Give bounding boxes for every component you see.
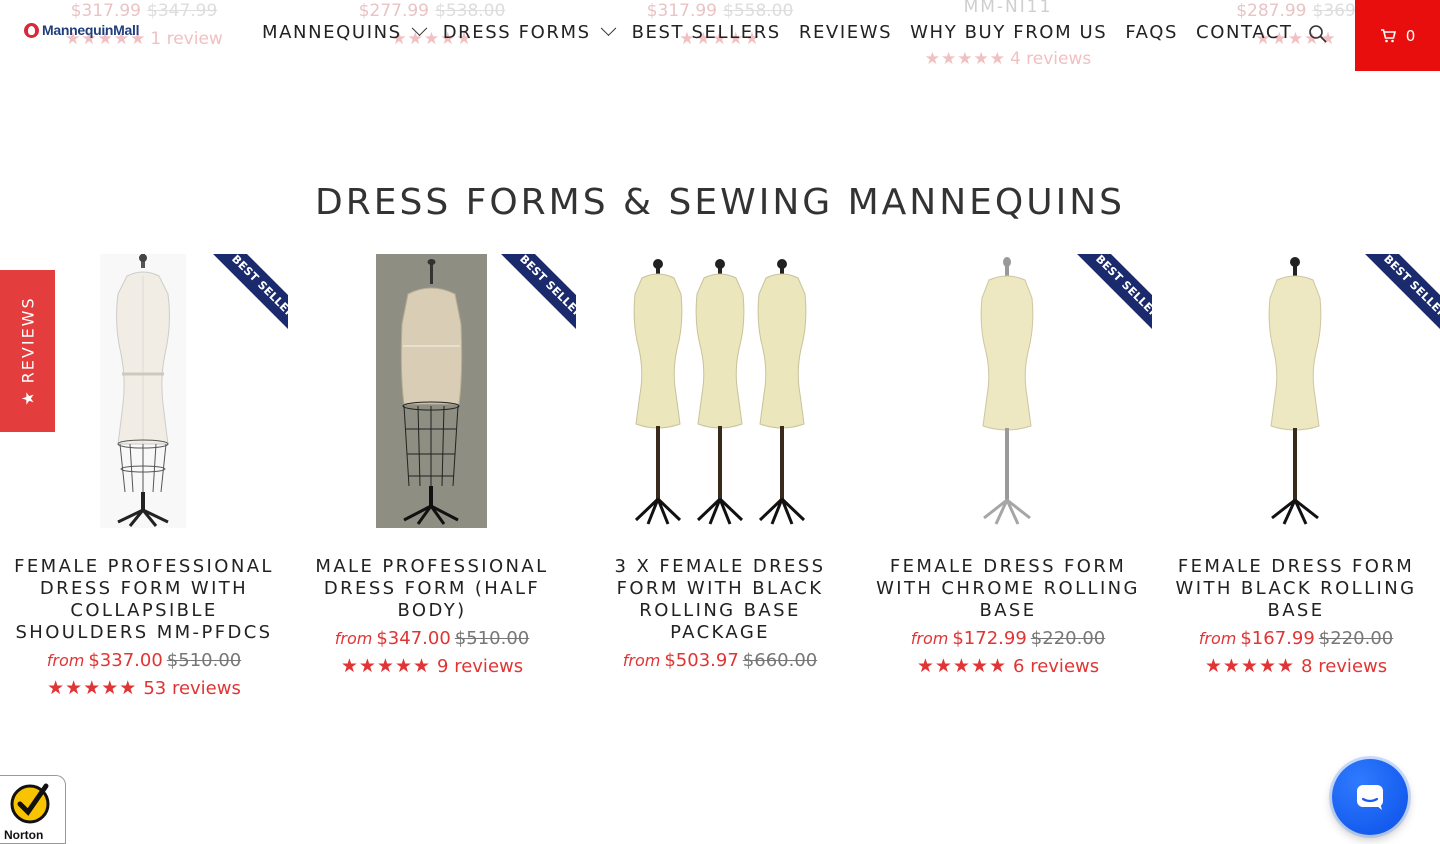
- cart-icon: [1380, 28, 1396, 42]
- nav-item-why-buy-from-us[interactable]: WHY BUY FROM US: [910, 22, 1107, 43]
- reviews-link[interactable]: 8 reviews: [1301, 656, 1387, 677]
- sale-price: $337.00: [88, 650, 163, 671]
- site-logo[interactable]: MannequinMall: [24, 22, 140, 38]
- nav-item-best-sellers[interactable]: BEST SELLERS: [632, 22, 781, 43]
- product-title[interactable]: FEMALE DRESS FORM WITH CHROME ROLLING BA…: [864, 556, 1152, 622]
- logo-mannequin-icon: [24, 22, 39, 38]
- section-title: DRESS FORMS & SEWING MANNEQUINS: [314, 182, 1125, 223]
- star-icon: ★: [18, 389, 37, 406]
- best-seller-label: BEST SELLER: [496, 254, 576, 342]
- nav-label: CONTACT: [1196, 22, 1293, 43]
- product-price: from $172.99 $220.00: [864, 628, 1152, 649]
- product-image[interactable]: BEST SELLER: [864, 254, 1152, 528]
- star-rating-icon: ★★★★★: [916, 655, 1008, 677]
- best-seller-badge: BEST SELLER: [482, 254, 576, 344]
- price-from-label: from: [46, 651, 85, 670]
- chevron-down-icon: [600, 20, 616, 37]
- best-seller-badge: BEST SELLER: [194, 254, 288, 344]
- product-rating: ★★★★★ 8 reviews: [1152, 655, 1440, 677]
- sale-price: $503.97: [664, 650, 739, 671]
- best-seller-label: BEST SELLER: [1072, 254, 1152, 342]
- star-rating-icon: ★★★★★: [340, 655, 432, 677]
- nav-label: DRESS FORMS: [442, 22, 591, 43]
- nav-item-mannequins[interactable]: MANNEQUINS: [262, 20, 427, 43]
- product-title[interactable]: FEMALE PROFESSIONAL DRESS FORM WITH COLL…: [0, 556, 288, 644]
- product-image[interactable]: [576, 254, 864, 528]
- search-icon[interactable]: [1308, 24, 1328, 44]
- norton-seal[interactable]: Norton: [0, 775, 66, 844]
- norton-check-icon: [10, 783, 50, 824]
- price-from-label: from: [910, 629, 949, 648]
- product-price: from $167.99 $220.00: [1152, 628, 1440, 649]
- chat-bubble-icon: [1357, 785, 1383, 810]
- price-from-label: from: [1198, 629, 1237, 648]
- product-rating: ★★★★★ 9 reviews: [288, 655, 576, 677]
- site-header: MannequinMall MANNEQUINS DRESS FORMS BES…: [0, 0, 1440, 71]
- reviews-link[interactable]: 9 reviews: [437, 656, 523, 677]
- best-seller-badge: BEST SELLER: [1346, 254, 1440, 344]
- compare-price: $220.00: [1318, 628, 1394, 649]
- product-card[interactable]: BEST SELLER MALE PROFESSIONAL DRESS FORM…: [288, 254, 576, 677]
- product-image[interactable]: BEST SELLER: [1152, 254, 1440, 528]
- product-grid: BEST SELLER FEMALE PROFESSIONAL DRESS FO…: [0, 254, 1440, 714]
- product-card[interactable]: BEST SELLER FEMALE DRESS FORM WITH CHROM…: [864, 254, 1152, 677]
- nav-label: FAQS: [1125, 22, 1179, 43]
- nav-label: MANNEQUINS: [262, 22, 402, 43]
- product-price: from $503.97 $660.00: [576, 650, 864, 671]
- product-card[interactable]: BEST SELLER FEMALE DRESS FORM WITH BLACK…: [1152, 254, 1440, 677]
- product-image[interactable]: BEST SELLER: [288, 254, 576, 528]
- reviews-link[interactable]: 6 reviews: [1013, 656, 1099, 677]
- compare-price: $510.00: [454, 628, 530, 649]
- norton-label: Norton: [4, 828, 44, 842]
- product-price: from $337.00 $510.00: [0, 650, 288, 671]
- product-card[interactable]: 3 X FEMALE DRESS FORM WITH BLACK ROLLING…: [576, 254, 864, 671]
- product-rating: ★★★★★ 53 reviews: [0, 677, 288, 699]
- compare-price: $660.00: [742, 650, 818, 671]
- reviews-tab-label: REVIEWS: [18, 296, 37, 384]
- cart-button[interactable]: 0: [1355, 0, 1440, 71]
- product-title[interactable]: MALE PROFESSIONAL DRESS FORM (HALF BODY): [288, 556, 576, 622]
- sale-price: $172.99: [952, 628, 1027, 649]
- compare-price: $220.00: [1030, 628, 1106, 649]
- nav-label: BEST SELLERS: [631, 22, 781, 43]
- star-rating-icon: ★★★★★: [47, 677, 138, 699]
- price-from-label: from: [622, 651, 661, 670]
- best-seller-label: BEST SELLER: [208, 254, 288, 342]
- product-title[interactable]: FEMALE DRESS FORM WITH BLACK ROLLING BAS…: [1152, 556, 1440, 622]
- sale-price: $167.99: [1240, 628, 1315, 649]
- sale-price: $347.00: [376, 628, 451, 649]
- product-rating: ★★★★★ 6 reviews: [864, 655, 1152, 677]
- reviews-link[interactable]: 53 reviews: [143, 678, 241, 699]
- reviews-side-tab[interactable]: ★ REVIEWS: [0, 270, 55, 432]
- main-nav: MANNEQUINS DRESS FORMS BEST SELLERS REVI…: [262, 20, 1293, 43]
- best-seller-badge: BEST SELLER: [1058, 254, 1152, 344]
- nav-item-faqs[interactable]: FAQS: [1125, 22, 1178, 43]
- chevron-down-icon: [411, 20, 427, 37]
- best-seller-label: BEST SELLER: [1360, 254, 1440, 342]
- dress-form-image: [633, 259, 807, 525]
- logo-text: MannequinMall: [42, 22, 140, 38]
- product-title[interactable]: 3 X FEMALE DRESS FORM WITH BLACK ROLLING…: [576, 556, 864, 644]
- star-rating-icon: ★★★★★: [1204, 655, 1296, 677]
- nav-item-contact[interactable]: CONTACT: [1196, 22, 1293, 43]
- nav-item-reviews[interactable]: REVIEWS: [799, 22, 892, 43]
- compare-price: $510.00: [166, 650, 242, 671]
- nav-item-dress-forms[interactable]: DRESS FORMS: [442, 20, 616, 43]
- product-price: from $347.00 $510.00: [288, 628, 576, 649]
- price-from-label: from: [334, 629, 373, 648]
- nav-label: REVIEWS: [798, 22, 893, 43]
- nav-label: WHY BUY FROM US: [910, 22, 1108, 43]
- cart-count: 0: [1405, 26, 1416, 45]
- chat-widget-button[interactable]: [1332, 759, 1408, 835]
